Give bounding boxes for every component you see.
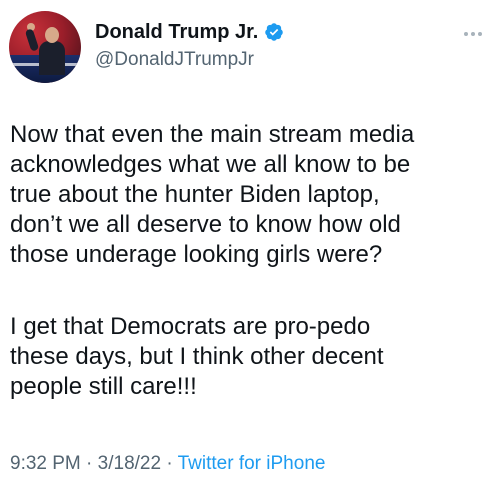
tweet-time[interactable]: 9:32 PM [10, 453, 81, 474]
tweet-metadata: 9:32 PM · 3/18/22 · Twitter for iPhone [10, 452, 325, 476]
tweet-card: Donald Trump Jr. @DonaldJTrumpJr Now tha… [0, 0, 500, 488]
author-name-row: Donald Trump Jr. [95, 20, 284, 44]
tweet-text-paragraph-2: I get that Democrats are pro-pedo these … [10, 313, 384, 400]
tweet-date[interactable]: 3/18/22 [98, 453, 161, 474]
author-name[interactable]: Donald Trump Jr. [95, 20, 258, 44]
verified-badge-icon [265, 23, 284, 41]
tweet-source-link[interactable]: Twitter for iPhone [178, 453, 326, 474]
author-handle[interactable]: @DonaldJTrumpJr [95, 48, 254, 72]
meta-separator: · [161, 453, 178, 474]
meta-separator: · [80, 453, 98, 474]
more-options-icon[interactable] [464, 32, 482, 36]
tweet-text-paragraph-1: Now that even the main stream media ackn… [10, 121, 415, 268]
avatar[interactable] [9, 11, 81, 83]
